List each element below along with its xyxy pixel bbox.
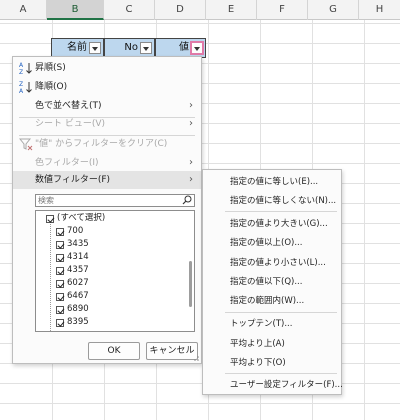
sort-ascending-label: 昇順(S) bbox=[35, 63, 66, 73]
list-item-label: 4357 bbox=[67, 265, 89, 275]
submenu-item-less-or-equal[interactable]: 指定の値以下(Q)... bbox=[203, 273, 341, 291]
chevron-right-icon: › bbox=[189, 174, 193, 185]
list-item-label: 6027 bbox=[67, 278, 89, 288]
column-header-g[interactable]: G bbox=[308, 0, 359, 20]
filter-dropdown-button-active[interactable] bbox=[190, 41, 204, 55]
sort-by-color-item[interactable]: 色で並べ替え(T) › bbox=[13, 97, 201, 115]
list-item-label: 700 bbox=[67, 226, 84, 236]
submenu-item-greater-than[interactable]: 指定の値より大きい(G)... bbox=[203, 215, 341, 233]
table-header-no-label: No bbox=[124, 42, 138, 53]
menu-divider bbox=[225, 211, 337, 212]
svg-text:Z: Z bbox=[19, 81, 23, 88]
svg-text:A: A bbox=[19, 62, 24, 69]
submenu-item-custom-filter[interactable]: ユーザー設定フィルター(F)... bbox=[203, 376, 343, 394]
column-header-a[interactable]: A bbox=[0, 0, 47, 20]
column-header-e[interactable]: E bbox=[206, 0, 257, 20]
submenu-item-equals[interactable]: 指定の値に等しい(E)... bbox=[203, 173, 341, 191]
checkbox-checked[interactable] bbox=[56, 293, 64, 301]
checkbox-checked[interactable] bbox=[56, 241, 64, 249]
sort-descending-icon: ZA bbox=[19, 80, 33, 95]
sort-descending-label: 降順(O) bbox=[35, 82, 68, 92]
sort-by-color-label: 色で並べ替え(T) bbox=[35, 101, 102, 111]
checkbox-checked[interactable] bbox=[56, 228, 64, 236]
number-filter-item[interactable]: 数値フィルター(F) › bbox=[13, 171, 201, 189]
chevron-right-icon: › bbox=[189, 100, 193, 111]
table-header-value-label: 値 bbox=[179, 42, 189, 53]
submenu-item-greater-or-equal[interactable]: 指定の値以上(O)... bbox=[203, 234, 341, 252]
list-item-label: 8395 bbox=[67, 317, 89, 327]
list-item-label: 3435 bbox=[67, 239, 89, 249]
column-header-h[interactable]: H bbox=[359, 0, 400, 20]
filter-dropdown-button[interactable] bbox=[140, 42, 152, 54]
list-item-label: 6890 bbox=[67, 304, 89, 314]
submenu-item-not-equals[interactable]: 指定の値に等しくない(N)... bbox=[203, 192, 341, 210]
clear-filter-label: "値" からフィルターをクリア(C) bbox=[35, 139, 168, 149]
column-header-c[interactable]: C bbox=[104, 0, 155, 20]
svg-text:Z: Z bbox=[19, 69, 23, 75]
submenu-item-less-than[interactable]: 指定の値より小さい(L)... bbox=[203, 254, 341, 272]
filter-value-list[interactable]: (すべて選択) 700 3435 4314 4357 6027 6467 689… bbox=[35, 210, 195, 332]
number-filter-submenu: 指定の値に等しい(E)... 指定の値に等しくない(N)... 指定の値より大き… bbox=[202, 169, 343, 395]
search-input[interactable]: 検索 bbox=[35, 194, 195, 207]
color-filter-item: 色フィルター(I) › bbox=[13, 154, 201, 172]
submenu-item-below-average[interactable]: 平均より下(O) bbox=[203, 354, 341, 372]
column-header-f[interactable]: F bbox=[257, 0, 308, 20]
submenu-item-between[interactable]: 指定の範囲内(W)... bbox=[203, 292, 341, 310]
search-placeholder: 検索 bbox=[38, 196, 54, 205]
sheet-view-label: シート ビュー(V) bbox=[35, 119, 106, 129]
table-header-name[interactable]: 名前 bbox=[51, 38, 104, 58]
sort-descending-item[interactable]: ZA 降順(O) bbox=[13, 78, 201, 96]
checkbox-checked[interactable] bbox=[46, 215, 54, 223]
submenu-item-above-average[interactable]: 平均より上(A) bbox=[203, 335, 341, 353]
column-header-b[interactable]: B bbox=[47, 0, 104, 20]
list-scrollbar-thumb[interactable] bbox=[189, 261, 192, 307]
color-filter-label: 色フィルター(I) bbox=[35, 158, 99, 168]
list-item-label: 6467 bbox=[67, 291, 89, 301]
list-item-label: 4314 bbox=[67, 252, 89, 262]
filter-dropdown-button[interactable] bbox=[89, 42, 101, 54]
tree-connector bbox=[50, 217, 51, 331]
clear-filter-icon bbox=[18, 137, 33, 151]
column-header-d[interactable]: D bbox=[155, 0, 206, 20]
sort-ascending-icon: AZ bbox=[19, 61, 33, 76]
table-header-value[interactable]: 値 bbox=[155, 38, 206, 58]
ok-button[interactable]: OK bbox=[88, 342, 140, 360]
column-header-bar: A B C D E F G H bbox=[0, 0, 400, 20]
checkbox-checked[interactable] bbox=[56, 267, 64, 275]
table-header-no[interactable]: No bbox=[104, 38, 155, 58]
number-filter-label: 数値フィルター(F) bbox=[35, 175, 111, 185]
submenu-item-top-ten[interactable]: トップテン(T)... bbox=[203, 315, 341, 333]
menu-divider bbox=[225, 373, 337, 374]
checkbox-checked[interactable] bbox=[56, 254, 64, 262]
checkbox-checked[interactable] bbox=[56, 306, 64, 314]
autofilter-menu: AZ 昇順(S) ZA 降順(O) 色で並べ替え(T) › シート ビュー(V)… bbox=[12, 56, 202, 364]
menu-divider bbox=[225, 312, 337, 313]
resize-grip-icon[interactable] bbox=[191, 353, 199, 361]
chevron-right-icon: › bbox=[189, 118, 193, 129]
sheet-view-item: シート ビュー(V) › bbox=[13, 115, 201, 133]
chevron-right-icon: › bbox=[189, 157, 193, 168]
search-icon bbox=[182, 195, 192, 205]
clear-filter-item: "値" からフィルターをクリア(C) bbox=[13, 135, 201, 153]
checkbox-checked[interactable] bbox=[56, 319, 64, 327]
checkbox-checked[interactable] bbox=[56, 280, 64, 288]
table-header-name-label: 名前 bbox=[67, 42, 87, 53]
sort-ascending-item[interactable]: AZ 昇順(S) bbox=[13, 59, 201, 77]
list-item-label: (すべて選択) bbox=[57, 213, 106, 223]
svg-text:A: A bbox=[19, 88, 24, 94]
